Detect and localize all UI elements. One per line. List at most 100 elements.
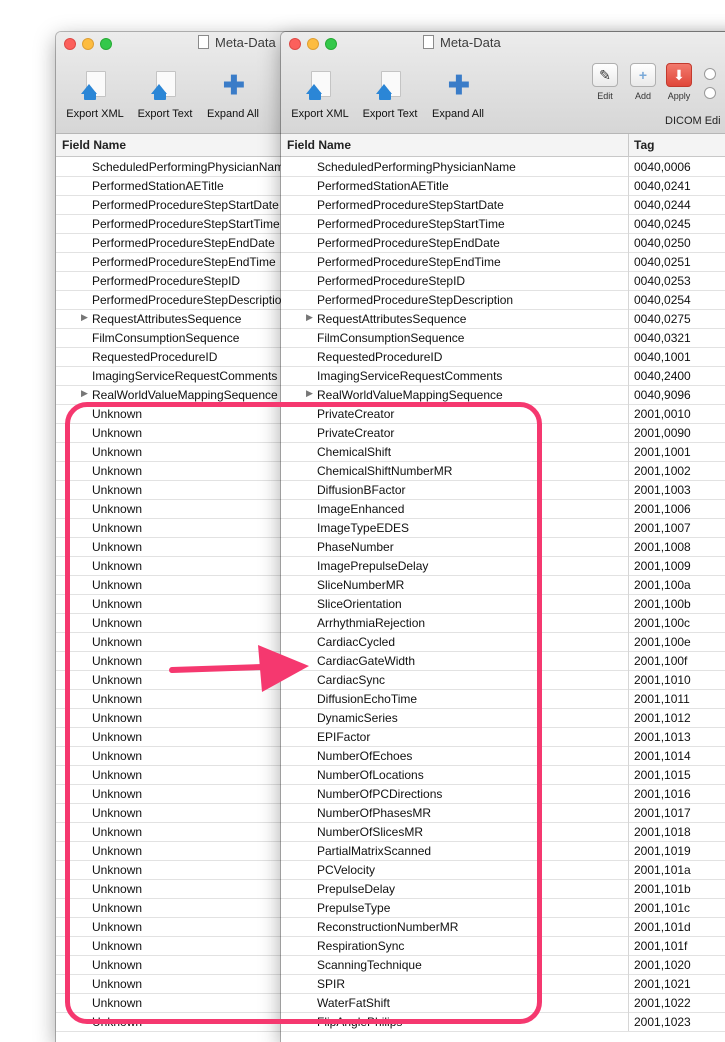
column-divider (628, 727, 629, 746)
tag-cell: 2001,1018 (634, 825, 691, 839)
minimize-button[interactable] (82, 38, 94, 50)
radio-option-1[interactable] (704, 68, 716, 80)
column-divider (628, 499, 629, 518)
add-icon: + (630, 63, 656, 87)
export-xml-button[interactable]: Export XML (287, 66, 353, 120)
radio-option-2[interactable] (704, 87, 716, 99)
field-name-cell: PerformedProcedureStepID (317, 274, 466, 288)
tag-cell: 2001,100b (634, 597, 691, 611)
tag-cell: 2001,1009 (634, 559, 691, 573)
tag-cell: 2001,1010 (634, 673, 691, 687)
pencil-icon: ✎ (592, 63, 618, 87)
column-divider (628, 290, 629, 309)
tag-column-header[interactable]: Tag (634, 138, 654, 152)
field-name-cell: PerformedProcedureStepEndTime (317, 255, 501, 269)
field-name-column-header[interactable]: Field Name (62, 138, 126, 152)
download-icon: ⬇ (666, 63, 692, 87)
column-divider (628, 594, 629, 613)
tag-cell: 0040,0321 (634, 331, 691, 345)
tag-cell: 0040,0244 (634, 198, 691, 212)
table-row[interactable]: PerformedProcedureStepEndTime 0040,0251 (281, 252, 725, 272)
disclosure-triangle-icon[interactable]: ▶ (306, 388, 313, 399)
column-divider[interactable] (628, 134, 629, 156)
column-divider (628, 708, 629, 727)
tag-cell: 2001,1015 (634, 768, 691, 782)
tag-cell: 2001,1003 (634, 483, 691, 497)
tag-cell: 2001,1019 (634, 844, 691, 858)
disclosure-triangle-icon[interactable]: ▶ (81, 388, 88, 399)
export-xml-button[interactable]: Export XML (62, 66, 128, 120)
column-divider (628, 157, 629, 176)
tag-cell: 2001,1014 (634, 749, 691, 763)
expand-all-label: Expand All (207, 108, 259, 120)
table-row[interactable]: ▶ RequestAttributesSequence 0040,0275 (281, 309, 725, 329)
tag-cell: 2001,1001 (634, 445, 691, 459)
tag-cell: 2001,1023 (634, 1015, 691, 1029)
table-row[interactable]: PerformedProcedureStepStartDate 0040,0244 (281, 195, 725, 215)
zoom-button[interactable] (325, 38, 337, 50)
column-divider (628, 936, 629, 955)
add-button[interactable]: + Add (628, 63, 658, 101)
zoom-button[interactable] (100, 38, 112, 50)
tag-cell: 0040,0241 (634, 179, 691, 193)
field-name-cell: PerformedProcedureStepEndDate (317, 236, 500, 250)
export-text-button[interactable]: Export Text (132, 66, 198, 120)
column-divider (628, 233, 629, 252)
tag-cell: 2001,0010 (634, 407, 691, 421)
export-text-label: Export Text (137, 108, 193, 120)
table-row[interactable]: FilmConsumptionSequence 0040,0321 (281, 328, 725, 348)
column-divider (628, 423, 629, 442)
front-table-header: Field Name Tag (281, 134, 725, 157)
column-divider (628, 955, 629, 974)
close-button[interactable] (289, 38, 301, 50)
expand-all-button[interactable]: ✚ Expand All (427, 66, 489, 120)
disclosure-triangle-icon[interactable]: ▶ (81, 312, 88, 323)
export-text-icon (151, 71, 176, 100)
close-button[interactable] (64, 38, 76, 50)
table-row[interactable]: PerformedProcedureStepDescription 0040,02… (281, 290, 725, 310)
apply-label: Apply (667, 91, 691, 101)
tag-cell: 0040,0254 (634, 293, 691, 307)
field-name-cell: ImagingServiceRequestComments (317, 369, 503, 383)
column-divider (628, 404, 629, 423)
table-row[interactable]: ImagingServiceRequestComments 0040,2400 (281, 366, 725, 386)
column-divider (628, 518, 629, 537)
front-window-title: Meta-Data (423, 35, 501, 50)
table-row[interactable]: PerformedProcedureStepID 0040,0253 (281, 271, 725, 291)
column-divider (628, 575, 629, 594)
table-row[interactable]: PerformedProcedureStepStartTime 0040,0245 (281, 214, 725, 234)
column-divider (628, 841, 629, 860)
dicom-edit-label: DICOM Edi (665, 115, 721, 127)
table-row[interactable]: PerformedStationAETitle 0040,0241 (281, 176, 725, 196)
tag-cell: 2001,1007 (634, 521, 691, 535)
field-name-cell: RequestedProcedureID (317, 350, 443, 364)
tag-cell: 2001,101a (634, 863, 691, 877)
table-row[interactable]: RequestedProcedureID 0040,1001 (281, 347, 725, 367)
field-name-column-header[interactable]: Field Name (287, 138, 351, 152)
field-name-cell: PerformedProcedureStepDescription (317, 293, 514, 307)
export-xml-label: Export XML (66, 108, 124, 120)
tag-cell: 2001,1008 (634, 540, 691, 554)
document-icon (198, 35, 209, 49)
column-divider (628, 879, 629, 898)
export-xml-icon (81, 71, 106, 100)
disclosure-triangle-icon[interactable]: ▶ (306, 312, 313, 323)
highlight-rectangle (65, 402, 542, 1024)
column-divider (628, 860, 629, 879)
tag-cell: 2001,1020 (634, 958, 691, 972)
table-row[interactable]: PerformedProcedureStepEndDate 0040,0250 (281, 233, 725, 253)
expand-all-button[interactable]: ✚ Expand All (202, 66, 264, 120)
field-name-cell: RealWorldValueMappingSequence (317, 388, 503, 402)
minimize-button[interactable] (307, 38, 319, 50)
tag-cell: 0040,0275 (634, 312, 691, 326)
column-divider (628, 993, 629, 1012)
tag-cell: 0040,2400 (634, 369, 691, 383)
edit-button[interactable]: ✎ Edit (590, 63, 620, 101)
column-divider (628, 651, 629, 670)
table-row[interactable]: ScheduledPerformingPhysicianName 0040,000… (281, 157, 725, 177)
back-window-controls (64, 37, 118, 55)
field-name-cell: PerformedProcedureStepStartDate (317, 198, 504, 212)
apply-button[interactable]: ⬇ Apply (664, 63, 694, 101)
column-divider (628, 917, 629, 936)
export-text-button[interactable]: Export Text (357, 66, 423, 120)
